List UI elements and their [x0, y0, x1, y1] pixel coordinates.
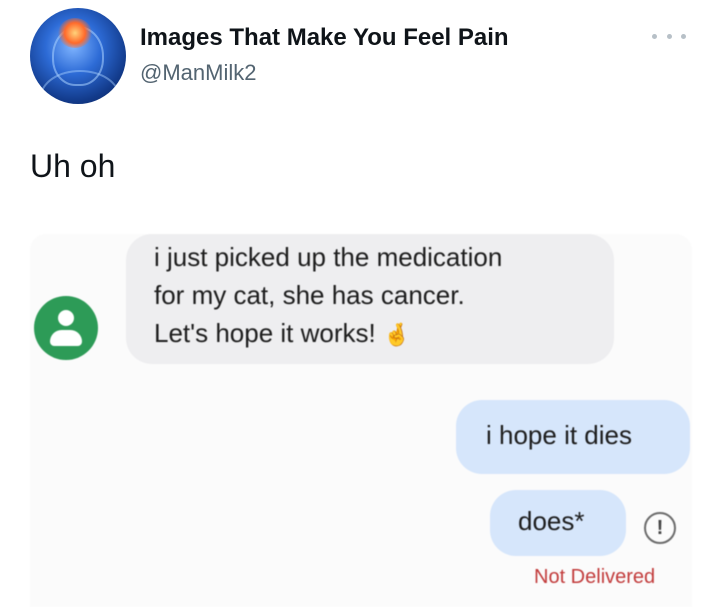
error-icon: ! [644, 512, 676, 544]
author-avatar[interactable] [30, 8, 126, 104]
avatar-brain-glow [58, 18, 92, 48]
message-line: for my cat, she has cancer. [154, 280, 465, 310]
message-line: Let's hope it works! 🤞 [154, 318, 410, 349]
sent-message-text: i hope it dies [486, 420, 632, 450]
dot [652, 33, 657, 39]
author-display-name[interactable]: Images That Make You Feel Pain [140, 24, 509, 52]
person-icon [34, 296, 98, 360]
dot [666, 33, 672, 39]
delivery-status: Not Delivered [534, 566, 656, 588]
author-handle[interactable]: @ManMilk2 [140, 60, 256, 86]
message-line-text: Let's hope it works! [154, 318, 376, 348]
more-dots-icon[interactable] [652, 28, 686, 44]
person-icon-head [58, 310, 74, 326]
message-line: i just picked up the medication [154, 242, 503, 272]
tweet-text: Uh oh [30, 148, 116, 184]
sent-message-bubble: i hope it dies [456, 400, 690, 474]
sent-message-text: does* [518, 506, 585, 536]
tweet-media-image[interactable]: i just picked up the medication for my c… [30, 234, 692, 607]
dot [681, 33, 686, 39]
sent-message-bubble: does* [490, 490, 626, 556]
crossed-fingers-icon: 🤞 [382, 322, 411, 347]
received-message-bubble: i just picked up the medication for my c… [126, 234, 614, 364]
tweet-header: Images That Make You Feel Pain @ManMilk2 [0, 0, 720, 110]
person-icon-body [50, 330, 82, 346]
